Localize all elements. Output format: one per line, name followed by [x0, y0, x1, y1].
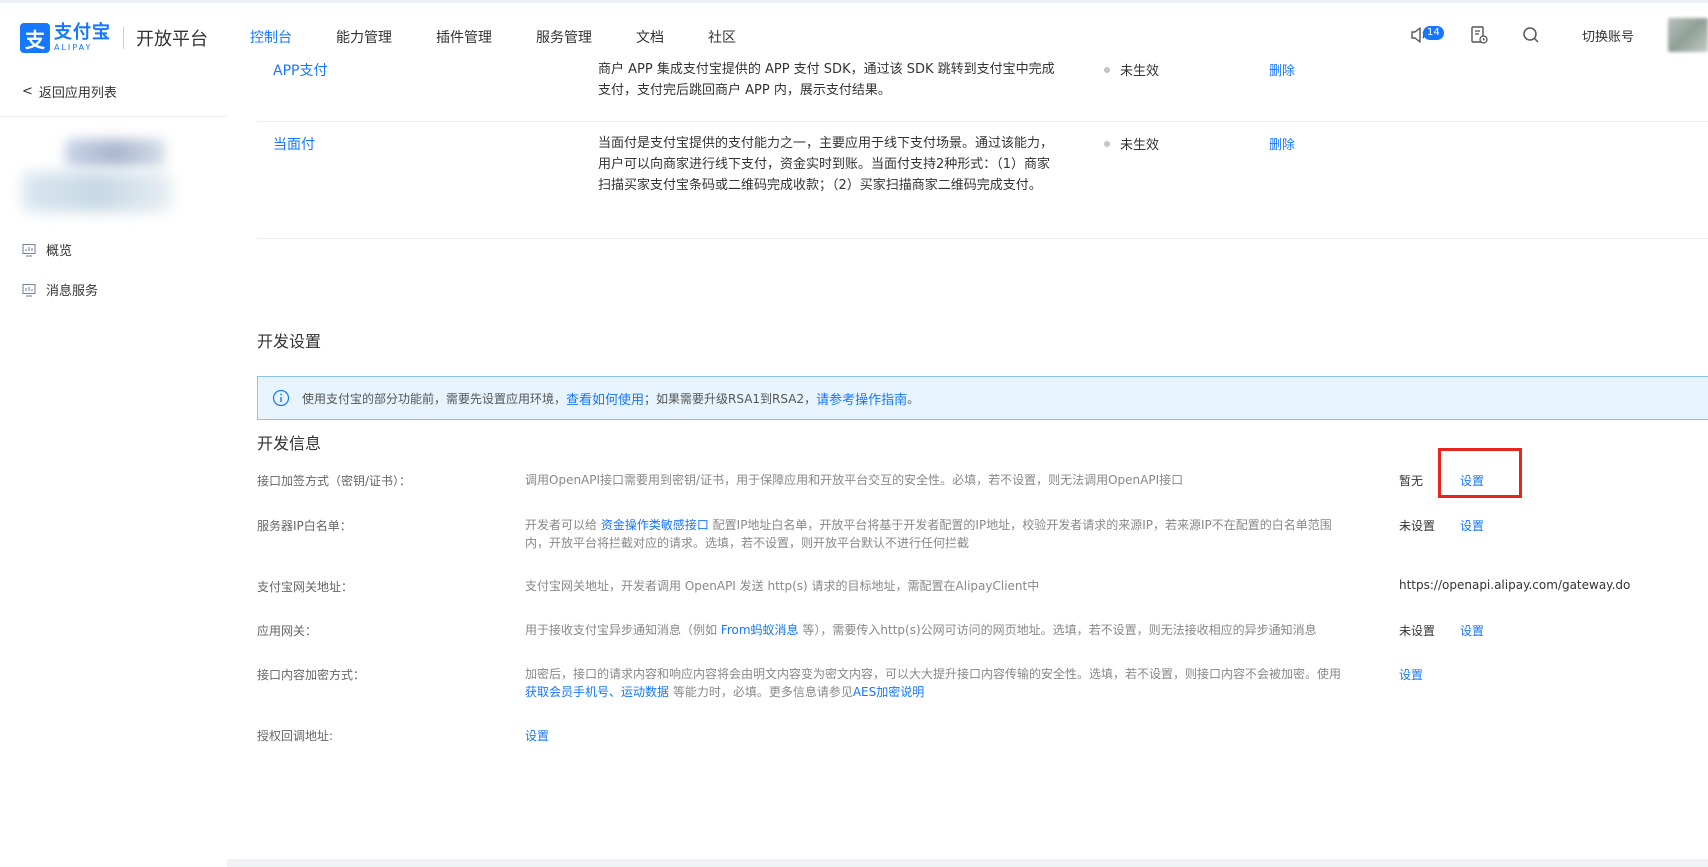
auth-callback-label: 授权回调地址:	[257, 729, 334, 743]
brand-name-cn: 支付宝	[54, 22, 111, 43]
encryption-label: 接口内容加密方式：	[257, 668, 366, 682]
sidebar: < 返回应用列表 概览 消息服务	[0, 64, 227, 867]
search-button[interactable]	[1520, 24, 1542, 46]
member-phone-link[interactable]: 获取会员手机号、运动数据	[525, 685, 669, 699]
nav-capability[interactable]: 能力管理	[336, 3, 392, 67]
tasks-button[interactable]	[1468, 24, 1490, 46]
product-status: 未生效	[1104, 60, 1159, 79]
nav-service[interactable]: 服务管理	[536, 3, 592, 67]
sign-method-desc: 调用OpenAPI接口需要用到密钥/证书，用于保障应用和开放平台交互的安全性。必…	[525, 473, 1184, 487]
delete-product-button[interactable]: 删除	[1269, 60, 1295, 79]
status-dot	[1104, 66, 1110, 73]
document-clock-icon	[1471, 26, 1488, 44]
alipay-logo-mark: 支	[20, 23, 50, 53]
alert-text-2: ；如果需要升级RSA1到RSA2，	[644, 391, 817, 406]
app-name-blurred	[65, 139, 165, 167]
app-info-blurred	[22, 172, 172, 212]
notification-badge: 14	[1422, 26, 1444, 40]
dev-settings-title: 开发设置	[257, 332, 322, 351]
nav-console[interactable]: 控制台	[250, 3, 292, 67]
app-gateway-set-button[interactable]: 设置	[1460, 622, 1484, 639]
switch-account-link[interactable]: 切换账号	[1582, 26, 1634, 45]
info-icon	[272, 389, 290, 407]
app-gateway-label: 应用网关：	[257, 624, 318, 638]
alert-text-3: 。	[907, 391, 920, 406]
main-nav: 控制台 能力管理 插件管理 服务管理 文档 社区	[250, 3, 780, 67]
product-row-face-to-face: 当面付 当面付是支付宝提供的支付能力之一，主要应用于线下支付场景。通过该能力，用…	[257, 122, 1708, 239]
encryption-set-button[interactable]: 设置	[1399, 666, 1423, 683]
nav-community[interactable]: 社区	[708, 3, 736, 67]
ip-whitelist-label: 服务器IP白名单：	[257, 519, 352, 533]
dev-info-title: 开发信息	[257, 434, 322, 453]
product-name-link[interactable]: 当面付	[273, 134, 315, 154]
sidebar-item-overview[interactable]: 概览	[22, 240, 72, 259]
sidebar-divider	[0, 116, 227, 117]
gateway-address-value: https://openapi.alipay.com/gateway.do	[1399, 578, 1631, 592]
ip-whitelist-value: 未设置	[1399, 519, 1436, 533]
app-gateway-value: 未设置	[1399, 624, 1436, 638]
main-content: APP支付 商户 APP 集成支付宝提供的 APP 支付 SDK，通过该 SDK…	[227, 62, 1708, 859]
product-status: 未生效	[1104, 134, 1159, 153]
brand-name-en: ALIPAY	[54, 43, 93, 52]
top-right-tools: 14 切换账号	[1408, 3, 1708, 67]
sign-method-value: 暂无	[1399, 474, 1424, 488]
user-avatar[interactable]	[1668, 18, 1708, 52]
top-bar: 支 支付宝 ALIPAY 开放平台 控制台 能力管理 插件管理 服务管理 文档 …	[0, 0, 1708, 67]
page-bottom-strip	[227, 859, 1708, 867]
back-to-app-list[interactable]: < 返回应用列表	[22, 82, 117, 101]
notification-button[interactable]: 14	[1408, 24, 1444, 46]
highlight-annotation-box	[1438, 448, 1522, 498]
sign-method-label: 接口加签方式（密钥/证书）：	[257, 474, 412, 488]
gateway-address-label: 支付宝网关地址：	[257, 580, 354, 594]
app-gateway-desc: 用于接收支付宝异步通知消息（例如 From蚂蚁消息 等），需要传入http(s)…	[525, 623, 1317, 637]
ip-whitelist-set-button[interactable]: 设置	[1460, 517, 1484, 534]
status-dot	[1104, 140, 1110, 147]
how-to-use-link[interactable]: 查看如何使用	[566, 389, 644, 408]
dashboard-icon	[22, 243, 36, 257]
product-description: 当面付是支付宝提供的支付能力之一，主要应用于线下支付场景。通过该能力，用户可以向…	[598, 136, 1054, 193]
back-label: 返回应用列表	[38, 86, 117, 101]
message-icon	[22, 283, 36, 297]
info-alert: 使用支付宝的部分功能前，需要先设置应用环境， 查看如何使用 ；如果需要升级RSA…	[257, 376, 1708, 420]
nav-docs[interactable]: 文档	[636, 3, 664, 67]
auth-callback-set-button[interactable]: 设置	[525, 727, 549, 744]
nav-plugin[interactable]: 插件管理	[436, 3, 492, 67]
alipay-logo[interactable]: 支 支付宝 ALIPAY 开放平台	[20, 23, 208, 53]
sensitive-api-link[interactable]: 资金操作类敏感接口	[601, 518, 709, 532]
sidebar-item-overview-label: 概览	[46, 244, 73, 259]
alert-text-1: 使用支付宝的部分功能前，需要先设置应用环境，	[302, 391, 567, 406]
operation-guide-link[interactable]: 请参考操作指南	[816, 389, 907, 408]
sidebar-item-message-label: 消息服务	[46, 284, 99, 299]
ip-whitelist-desc: 开发者可以给 资金操作类敏感接口 配置IP地址白名单，开放平台将基于开发者配置的…	[525, 518, 1332, 550]
logo-divider	[123, 27, 124, 49]
search-icon	[1523, 27, 1539, 43]
encryption-desc: 加密后，接口的请求内容和响应内容将会由明文内容变为密文内容，可以大大提升接口内容…	[525, 667, 1342, 699]
delete-product-button[interactable]: 删除	[1269, 134, 1295, 153]
ant-message-link[interactable]: From蚂蚁消息	[721, 623, 799, 637]
product-row-app-pay: APP支付 商户 APP 集成支付宝提供的 APP 支付 SDK，通过该 SDK…	[257, 62, 1708, 122]
product-name-link[interactable]: APP支付	[273, 60, 327, 80]
chevron-left-icon: <	[22, 84, 33, 99]
product-description: 商户 APP 集成支付宝提供的 APP 支付 SDK，通过该 SDK 跳转到支付…	[598, 62, 1055, 98]
sidebar-item-message-service[interactable]: 消息服务	[22, 280, 98, 299]
gateway-address-desc: 支付宝网关地址，开发者调用 OpenAPI 发送 http(s) 请求的目标地址…	[525, 579, 1040, 593]
platform-name: 开放平台	[136, 29, 208, 50]
aes-doc-link[interactable]: AES加密说明	[853, 685, 924, 699]
